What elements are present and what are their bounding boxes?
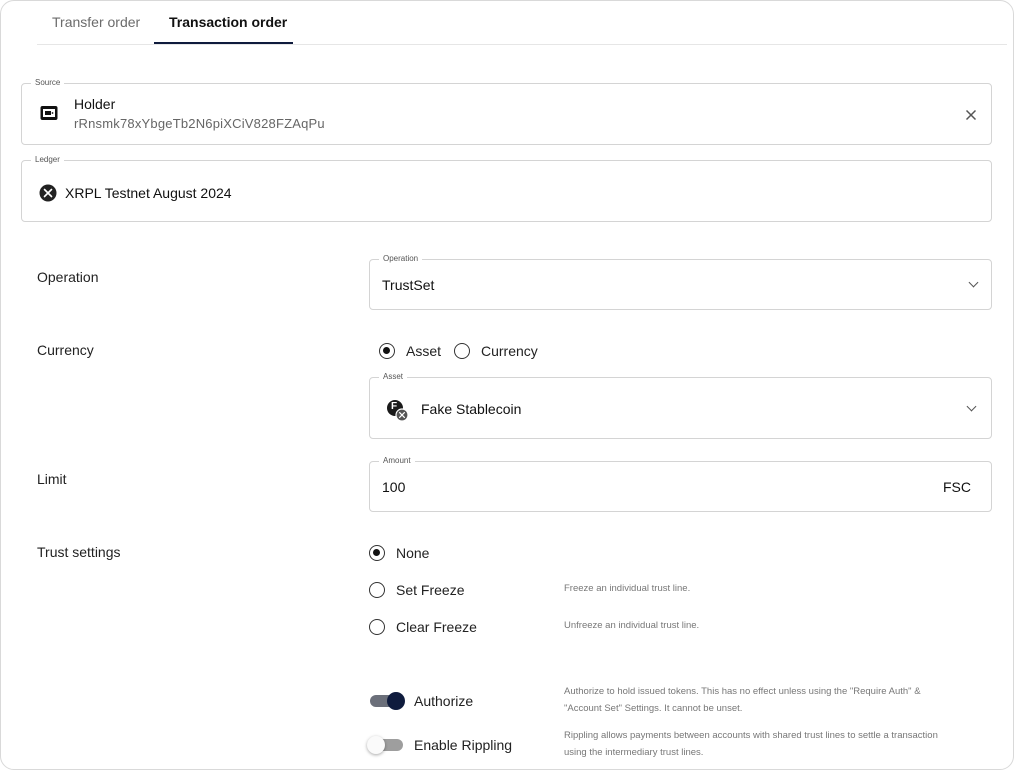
asset-value: Fake Stablecoin [421,401,522,417]
authorize-hint-line2: "Account Set" Settings. It cannot be uns… [564,703,743,714]
limit-label: Limit [37,471,67,487]
radio-set-freeze-label: Set Freeze [396,582,465,598]
operation-value: TrustSet [382,277,435,293]
close-icon[interactable] [965,108,977,121]
enable-rippling-label: Enable Rippling [414,737,513,753]
wallet-icon [40,105,58,121]
amount-legend: Amount [379,456,415,466]
amount-unit: FSC [943,479,971,495]
set-freeze-hint: Freeze an individual trust line. [564,583,691,594]
operation-label: Operation [37,269,99,285]
authorize-toggle-knob [387,692,405,710]
radio-none[interactable] [369,545,385,561]
currency-label: Currency [37,342,94,358]
radio-asset-label: Asset [406,343,442,359]
amount-value: 100 [382,479,406,495]
authorize-label: Authorize [414,693,474,709]
radio-clear-freeze-label: Clear Freeze [396,619,477,635]
radio-set-freeze[interactable] [369,582,385,598]
trust-settings-label: Trust settings [37,544,121,560]
tab-transfer-order[interactable]: Transfer order [52,13,140,31]
chevron-down-icon [968,277,979,288]
transaction-form-panel: Transfer order Transaction order Source … [0,0,1014,770]
xrpl-icon [39,184,57,202]
rippling-hint-line2: using the intermediary trust lines. [564,747,704,758]
enable-rippling-toggle[interactable] [367,735,407,755]
rippling-hint-line1: Rippling allows payments between account… [564,730,938,741]
source-name: Holder [74,96,116,112]
radio-none-label: None [396,545,430,561]
radio-clear-freeze[interactable] [369,619,385,635]
radio-asset[interactable] [379,343,395,359]
order-tabs: Transfer order Transaction order [37,1,1007,45]
source-address: rRnsmk78xYbgeTb2N6piXCiV828FZAqPu [74,116,325,131]
amount-input[interactable]: Amount 100 FSC [369,456,992,512]
stablecoin-icon [386,399,410,423]
active-tab-indicator [154,42,293,44]
rippling-toggle-knob [367,736,385,754]
radio-currency-label: Currency [481,343,538,359]
ledger-name: XRPL Testnet August 2024 [65,185,232,201]
clear-freeze-hint: Unfreeze an individual trust line. [564,620,700,631]
stablecoin-icon-letter: F [391,401,398,412]
operation-legend: Operation [379,254,423,264]
asset-legend: Asset [379,372,408,382]
tab-transaction-order[interactable]: Transaction order [169,13,287,31]
ledger-field[interactable]: Ledger XRPL Testnet August 2024 [21,155,992,222]
authorize-hint-line1: Authorize to hold issued tokens. This ha… [564,686,921,697]
operation-select[interactable]: Operation TrustSet [369,254,992,310]
chevron-down-icon [966,401,977,412]
ledger-legend: Ledger [31,155,64,165]
source-field[interactable]: Source Holder rRnsmk78xYbgeTb2N6piXCiV82… [21,78,992,145]
asset-select[interactable]: Asset F Fake Stablecoin [369,372,992,439]
source-legend: Source [31,78,65,88]
authorize-toggle[interactable] [369,691,409,711]
radio-currency[interactable] [454,343,470,359]
